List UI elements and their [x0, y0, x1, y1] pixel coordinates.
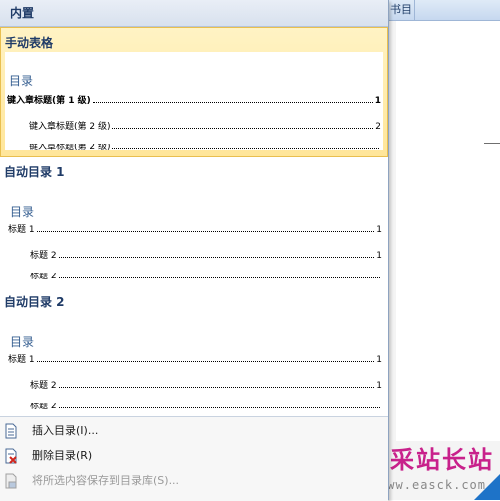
document-icon — [4, 423, 18, 439]
watermark-corner-shape — [474, 474, 500, 500]
ribbon-tab-bibliography[interactable]: 书目 — [388, 0, 415, 20]
preview-line-cut: 标题 2 — [30, 403, 382, 411]
preview-line: 标题 1 1 — [8, 355, 382, 365]
preview-line-cut: 标题 2 — [30, 273, 382, 281]
watermark-url: www.easck.com — [379, 478, 486, 492]
gallery-entry-auto-toc-2[interactable]: 自动目录 2 目录 标题 1 1 标题 2 1 标题 2 — [0, 287, 388, 417]
insert-toc-label: 插入目录(I)... — [32, 424, 99, 437]
entry-preview: 目录 标题 1 1 标题 2 1 标题 2 — [6, 183, 384, 281]
entry-preview: 目录 键入章标题(第 1 级) 1 键入章标题(第 2 级) 2 键入章标题(第… — [5, 52, 383, 150]
document-page — [396, 21, 500, 441]
save-selection-label: 将所选内容保存到目录库(S)... — [32, 474, 180, 487]
preview-line: 标题 2 1 — [30, 251, 382, 261]
entry-title: 自动目录 2 — [4, 295, 65, 309]
preview-line: 键入章标题(第 2 级) 2 — [29, 122, 381, 132]
gallery-menu: 插入目录(I)... 删除目录(R) 将所选内容保存到目录库(S)... — [0, 416, 388, 501]
toc-gallery-dropdown: 内置 手动表格 目录 键入章标题(第 1 级) 1 键入章标题(第 2 级) 2… — [0, 0, 389, 501]
entry-title: 自动目录 1 — [4, 165, 65, 179]
remove-toc-menu-item[interactable]: 删除目录(R) — [0, 444, 388, 468]
preview-line: 标题 2 1 — [30, 381, 382, 391]
preview-line-cut: 键入章标题(第 2 级) — [29, 144, 381, 150]
document-delete-icon — [4, 448, 18, 464]
preview-heading: 目录 — [10, 335, 35, 349]
document-line — [484, 143, 500, 144]
preview-line: 键入章标题(第 1 级) 1 — [7, 96, 381, 106]
entry-preview: 目录 标题 1 1 标题 2 1 标题 2 — [6, 313, 384, 411]
entry-title: 手动表格 — [5, 36, 54, 50]
insert-toc-menu-item[interactable]: 插入目录(I)... — [0, 419, 388, 443]
preview-heading: 目录 — [9, 74, 34, 88]
preview-line: 标题 1 1 — [8, 225, 382, 235]
gallery-entry-manual-table[interactable]: 手动表格 目录 键入章标题(第 1 级) 1 键入章标题(第 2 级) 2 键入… — [0, 27, 388, 157]
gallery-entry-auto-toc-1[interactable]: 自动目录 1 目录 标题 1 1 标题 2 1 标题 2 — [0, 157, 388, 287]
save-selection-menu-item[interactable]: 将所选内容保存到目录库(S)... — [0, 469, 388, 493]
remove-toc-label: 删除目录(R) — [32, 449, 93, 462]
save-to-gallery-icon — [4, 473, 18, 489]
gallery-header: 内置 — [0, 0, 388, 27]
preview-heading: 目录 — [10, 205, 35, 219]
